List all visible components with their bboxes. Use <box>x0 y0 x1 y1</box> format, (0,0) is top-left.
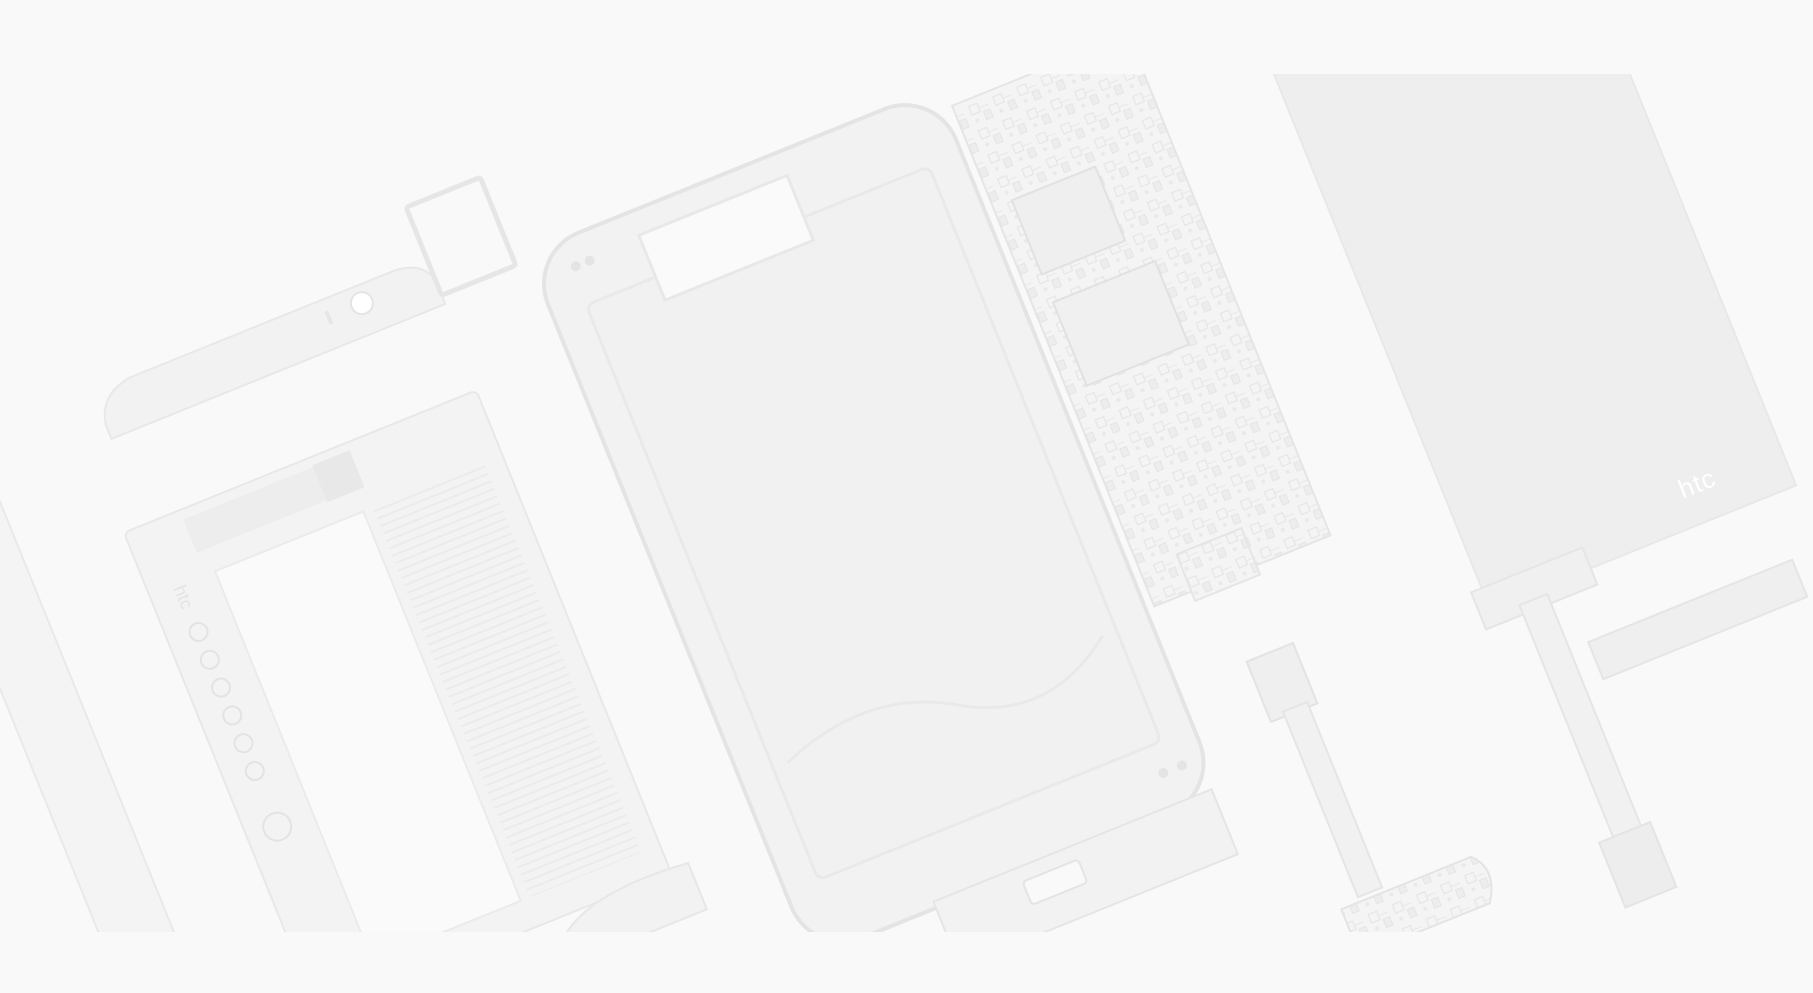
phone-teardown-illustration: htc htc <box>0 74 1813 932</box>
teardown-hero-image: htc htc <box>0 74 1813 932</box>
page: htc htc <box>0 0 1813 993</box>
